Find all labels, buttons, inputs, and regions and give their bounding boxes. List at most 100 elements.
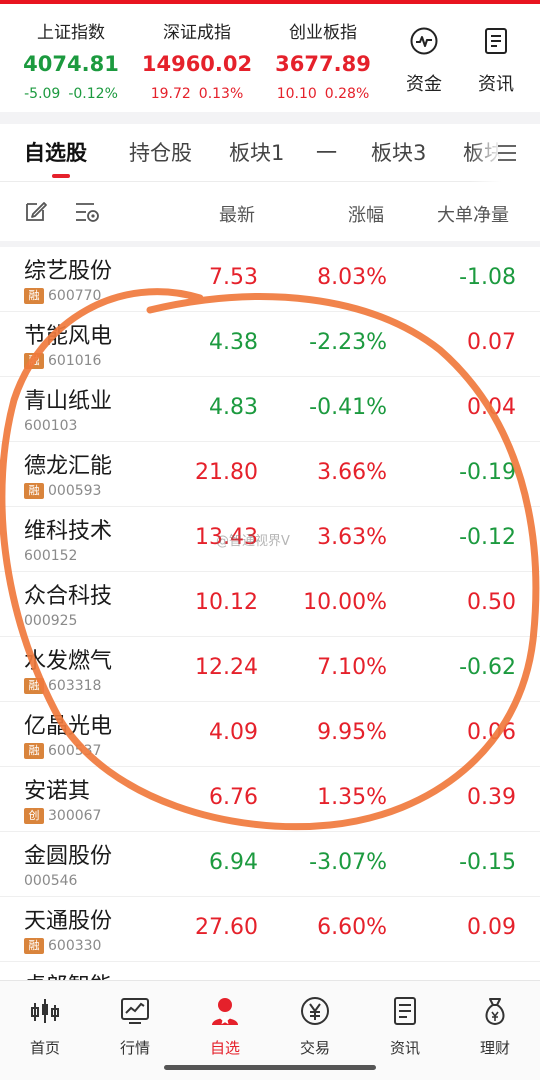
stock-row[interactable]: 综艺股份融 600770 7.53 8.03% -1.08	[0, 247, 540, 312]
stock-net-volume: -1.08	[459, 265, 516, 290]
index-chinext[interactable]: 创业板指 3677.89 10.10 0.28%	[256, 22, 390, 104]
stock-price: 4.09	[209, 720, 258, 745]
stock-meta: 融 601016	[24, 352, 101, 370]
stock-row[interactable]: 节能风电融 601016 4.38 -2.23% 0.07	[0, 312, 540, 377]
menu-icon[interactable]	[496, 142, 518, 164]
nav-watchlist[interactable]: 自选	[180, 995, 270, 1058]
stock-name: 青山纸业	[24, 389, 113, 414]
yuan-coin-icon	[301, 997, 329, 1025]
stock-row[interactable]: 亿晶光电融 600537 4.09 9.95% 0.06	[0, 702, 540, 767]
stock-name: 天通股份	[24, 909, 113, 934]
top-accent-bar	[0, 0, 540, 4]
stock-net-volume: 0.04	[467, 395, 516, 420]
stock-change-pct: 3.63%	[317, 525, 387, 550]
stock-row[interactable]: 水发燃气融 603318 12.24 7.10% -0.62	[0, 637, 540, 702]
watermark: @智通视界V	[216, 534, 290, 549]
stock-meta: 融 603318	[24, 677, 101, 695]
index-change-abs: 19.72	[150, 86, 191, 102]
tab-holdings[interactable]: 持仓股	[129, 138, 192, 168]
stock-row[interactable]: 卓郎智能	[0, 962, 540, 980]
stock-price: 6.94	[209, 850, 258, 875]
stock-row[interactable]: 众合科技 000925 10.12 10.00% 0.50	[0, 572, 540, 637]
stock-change-pct: 8.03%	[317, 265, 387, 290]
tab-watchlist[interactable]: 自选股	[24, 138, 87, 168]
stock-code: 601016	[48, 353, 102, 369]
nav-market[interactable]: 行情	[90, 995, 180, 1058]
info-button[interactable]: 资讯	[466, 26, 526, 96]
stock-change-pct: 7.10%	[317, 655, 387, 680]
column-change[interactable]: 涨幅	[348, 201, 384, 227]
stock-code: 600152	[24, 548, 78, 564]
stock-meta: 融 000593	[24, 482, 101, 500]
stock-meta: 600152	[24, 547, 77, 565]
user-star-icon	[212, 998, 238, 1025]
stock-code: 600537	[48, 743, 102, 759]
active-tab-indicator	[52, 174, 70, 178]
nav-news[interactable]: 资讯	[360, 995, 450, 1058]
tab-sector-3[interactable]: 板块3	[371, 138, 426, 168]
stock-change-pct: -3.07%	[309, 850, 387, 875]
stock-price: 4.38	[209, 330, 258, 355]
index-name: 创业板指	[289, 23, 357, 43]
index-name: 上证指数	[37, 23, 105, 43]
stock-price: 7.53	[209, 265, 258, 290]
stock-meta: 600103	[24, 417, 77, 435]
stock-name: 综艺股份	[24, 259, 113, 284]
news-document-icon	[394, 997, 416, 1025]
stock-net-volume: 0.07	[467, 330, 516, 355]
edit-icon[interactable]	[24, 199, 48, 223]
stock-meta: 000925	[24, 612, 77, 630]
stock-code: 300067	[48, 808, 102, 824]
stock-row[interactable]: 德龙汇能融 000593 21.80 3.66% -0.19	[0, 442, 540, 507]
tab-sector-1[interactable]: 板块1	[229, 138, 284, 168]
stock-meta: 创 300067	[24, 807, 101, 825]
stock-row[interactable]: 青山纸业 600103 4.83 -0.41% 0.04	[0, 377, 540, 442]
nav-label: 行情	[119, 1039, 150, 1057]
money-bag-icon	[485, 998, 505, 1026]
stock-change-pct: -0.41%	[309, 395, 387, 420]
column-latest[interactable]: 最新	[219, 201, 255, 227]
stock-change-pct: 1.35%	[317, 785, 387, 810]
index-change-pct: 0.13%	[198, 86, 244, 102]
stock-change-pct: 10.00%	[303, 590, 387, 615]
index-value: 4074.81	[23, 52, 119, 76]
stock-net-volume: 0.39	[467, 785, 516, 810]
nav-wealth[interactable]: 理财	[450, 995, 540, 1058]
nav-label: 资讯	[389, 1039, 420, 1057]
stock-change-pct: -2.23%	[309, 330, 387, 355]
stock-name: 金圆股份	[24, 844, 113, 869]
stock-change-pct: 6.60%	[317, 915, 387, 940]
nav-label: 自选	[209, 1039, 240, 1057]
stock-net-volume: -0.19	[459, 460, 516, 485]
stock-row[interactable]: 金圆股份 000546 6.94 -3.07% -0.15	[0, 832, 540, 897]
nav-home[interactable]: 首页	[0, 995, 90, 1058]
document-icon	[485, 28, 507, 54]
funds-button[interactable]: 资金	[394, 26, 454, 96]
stock-tag-badge: 融	[24, 353, 44, 369]
index-shenzhen[interactable]: 深证成指 14960.02 19.72 0.13%	[130, 22, 264, 104]
stock-meta: 000546	[24, 872, 77, 890]
index-shanghai[interactable]: 上证指数 4074.81 -5.09 -0.12%	[4, 22, 138, 104]
column-net-volume[interactable]: 大单净量	[437, 201, 509, 227]
stock-price: 10.12	[195, 590, 258, 615]
stock-row[interactable]: 安诺其创 300067 6.76 1.35% 0.39	[0, 767, 540, 832]
nav-label: 交易	[299, 1039, 330, 1057]
index-name: 深证成指	[163, 23, 231, 43]
stock-name: 安诺其	[24, 779, 91, 804]
stock-code: 600770	[48, 288, 102, 304]
stock-tag-badge: 融	[24, 743, 44, 759]
stock-net-volume: 0.09	[467, 915, 516, 940]
section-divider	[0, 112, 540, 124]
market-chart-icon	[121, 998, 149, 1024]
nav-trade[interactable]: 交易	[270, 995, 360, 1058]
stock-name: 水发燃气	[24, 649, 113, 674]
stock-tag-badge: 融	[24, 483, 44, 499]
stock-code: 000925	[24, 613, 78, 629]
tab-sector-2[interactable]: 一	[316, 138, 337, 168]
sort-filter-icon[interactable]	[74, 199, 102, 225]
index-change: -5.09 -0.12%	[4, 84, 138, 104]
stock-meta: 融 600330	[24, 937, 101, 955]
stock-code: 603318	[48, 678, 102, 694]
stock-row[interactable]: 天通股份融 600330 27.60 6.60% 0.09	[0, 897, 540, 962]
index-change: 19.72 0.13%	[130, 84, 264, 104]
